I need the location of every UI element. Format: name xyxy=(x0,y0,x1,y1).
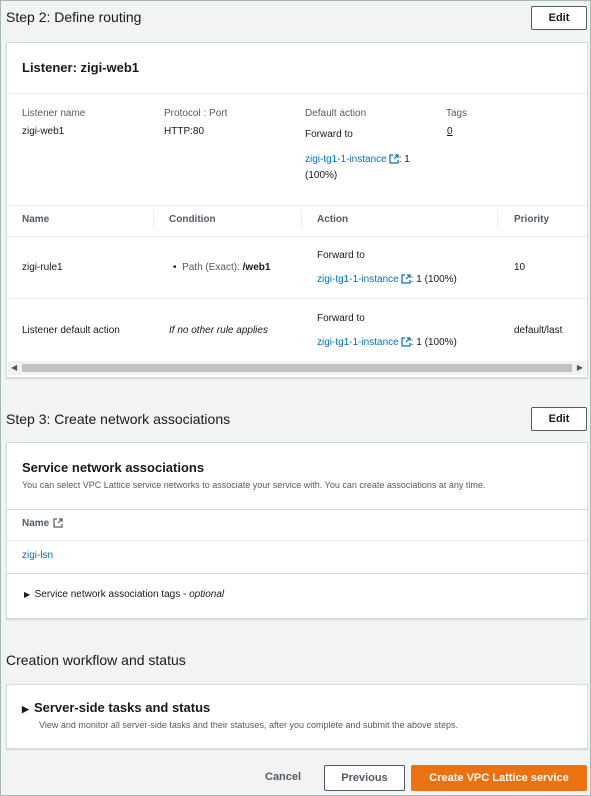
step3-edit-button[interactable]: Edit xyxy=(531,407,587,431)
bullet-icon: • xyxy=(173,262,183,273)
tags-expander-label: Service network association tags - xyxy=(34,589,187,600)
step2-title: Step 2: Define routing xyxy=(6,9,142,25)
external-link-icon xyxy=(389,154,399,167)
rule-action-target-line: zigi-tg1-1-instance : 1 (100%) xyxy=(317,336,497,350)
rule-condition: • Path (Exact): /web1 xyxy=(173,262,270,273)
external-link-icon xyxy=(53,518,63,531)
server-side-expander[interactable]: ▶ Server-side tasks and status xyxy=(22,700,210,715)
listener-name-label: Listener name xyxy=(22,108,86,119)
cancel-button[interactable]: Cancel xyxy=(265,771,301,783)
protocol-port-value: HTTP:80 xyxy=(164,126,205,137)
service-network-title: Service network associations xyxy=(22,460,205,475)
col-header-priority[interactable]: Priority xyxy=(514,214,549,225)
condition-value: /web1 xyxy=(242,262,271,273)
default-action-target-link[interactable]: zigi-tg1-1-instance xyxy=(305,154,387,165)
default-action-target-line: zigi-tg1-1-instance : 1 xyxy=(305,153,440,167)
workflow-title: Creation workflow and status xyxy=(6,652,186,668)
default-action-prefix: Forward to xyxy=(305,129,353,140)
service-network-panel: Service network associations You can sel… xyxy=(6,442,588,619)
default-action-percent: (100%) xyxy=(305,170,338,181)
col-header-action[interactable]: Action xyxy=(317,214,348,225)
previous-button[interactable]: Previous xyxy=(324,765,405,791)
server-side-panel: ▶ Server-side tasks and status View and … xyxy=(6,684,588,749)
rule-priority: default/last xyxy=(514,325,563,336)
condition-label: Path (Exact): xyxy=(182,262,240,273)
rule-action-prefix: Forward to xyxy=(317,250,365,261)
server-side-description: View and monitor all server-side tasks a… xyxy=(39,720,459,730)
rule-name: Listener default action xyxy=(22,325,120,336)
rule-action-target-link[interactable]: zigi-tg1-1-instance xyxy=(317,274,399,285)
listener-title: Listener: zigi-web1 xyxy=(22,60,140,75)
default-action-weight: : 1 xyxy=(398,154,410,165)
scrollbar-thumb[interactable] xyxy=(22,364,572,372)
service-network-description: You can select VPC Lattice service netwo… xyxy=(22,480,486,490)
rule-condition: If no other rule applies xyxy=(169,325,268,336)
server-side-title: Server-side tasks and status xyxy=(33,700,211,715)
tags-count-link[interactable]: 0 xyxy=(447,126,453,137)
tags-optional-label: optional xyxy=(189,589,225,600)
horizontal-scrollbar[interactable]: ◀ ▶ xyxy=(8,361,586,375)
association-link[interactable]: zigi-lsn xyxy=(22,550,53,561)
create-service-button[interactable]: Create VPC Lattice service xyxy=(411,765,587,791)
caret-right-icon: ▶ xyxy=(22,704,34,714)
external-link-icon xyxy=(401,337,411,350)
step2-edit-button[interactable]: Edit xyxy=(531,6,587,30)
external-link-icon xyxy=(401,274,411,287)
col-header-name[interactable]: Name xyxy=(22,214,49,225)
listener-panel: Listener: zigi-web1 Listener name zigi-w… xyxy=(6,42,588,378)
scroll-right-icon[interactable]: ▶ xyxy=(577,363,583,372)
tags-expander[interactable]: ▶ Service network association tags - opt… xyxy=(24,589,224,600)
listener-name-value: zigi-web1 xyxy=(22,126,65,137)
step3-title: Step 3: Create network associations xyxy=(6,411,231,427)
col-header-name[interactable]: Name xyxy=(22,518,63,531)
rule-action-prefix: Forward to xyxy=(317,313,365,324)
default-action-label: Default action xyxy=(305,108,367,119)
scroll-left-icon[interactable]: ◀ xyxy=(11,363,17,372)
col-header-name-label: Name xyxy=(22,518,50,529)
col-header-condition[interactable]: Condition xyxy=(169,214,216,225)
rule-action-weight: : 1 (100%) xyxy=(410,274,457,285)
rule-name: zigi-rule1 xyxy=(22,262,63,273)
rule-action-target-line: zigi-tg1-1-instance : 1 (100%) xyxy=(317,273,497,287)
rule-action-target-link[interactable]: zigi-tg1-1-instance xyxy=(317,337,399,348)
rule-priority: 10 xyxy=(514,262,526,273)
tags-label: Tags xyxy=(446,108,468,119)
protocol-port-label: Protocol : Port xyxy=(164,108,228,119)
caret-right-icon: ▶ xyxy=(24,590,35,599)
rule-action-weight: : 1 (100%) xyxy=(410,337,457,348)
